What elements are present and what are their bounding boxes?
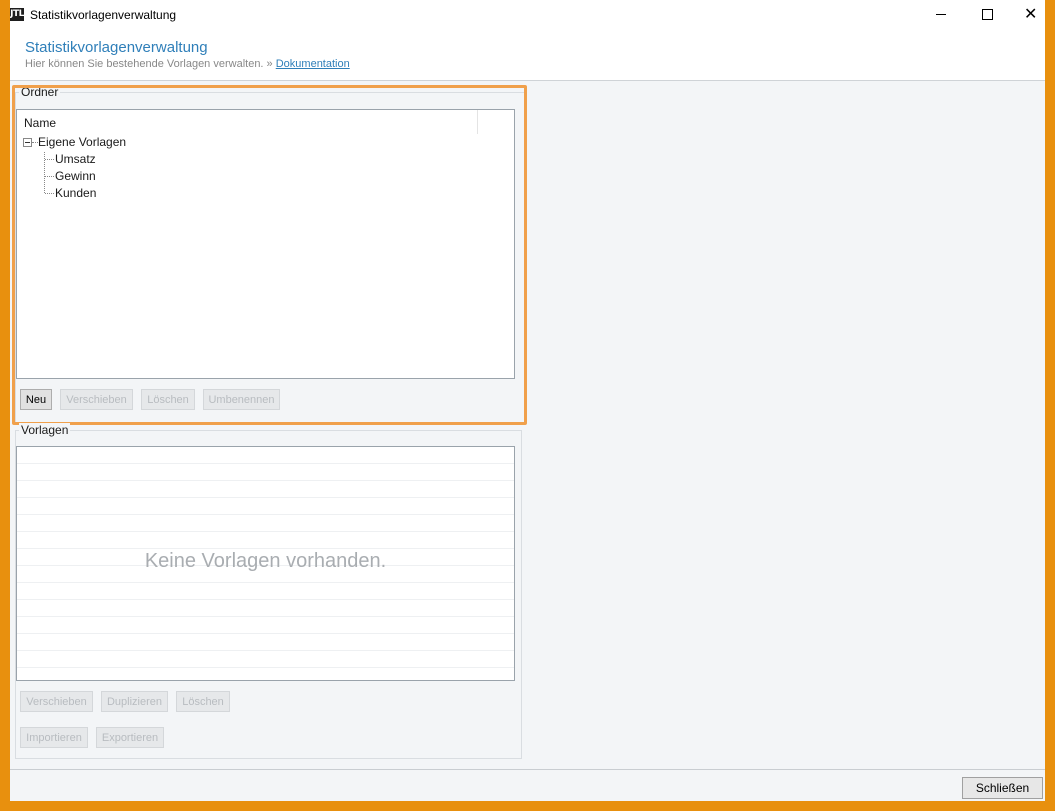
documentation-link[interactable]: Dokumentation [276, 58, 350, 70]
subtitle-text: Hier können Sie bestehende Vorlagen verw… [25, 58, 273, 70]
tree-node-eigene-vorlagen[interactable]: Eigene Vorlagen [38, 135, 126, 149]
delete-template-button[interactable]: Löschen [176, 691, 230, 712]
page-header: Statistikvorlagenverwaltung Hier können … [10, 30, 1045, 81]
title-bar: JTL Statistikvorlagenverwaltung ✕ [10, 0, 1045, 30]
tree-connector [45, 159, 54, 160]
column-header-name: Name [24, 116, 57, 130]
collapse-toggle-icon[interactable] [23, 138, 32, 147]
close-icon: ✕ [1024, 4, 1038, 23]
new-folder-button[interactable]: Neu [20, 389, 52, 410]
tree-node-kunden[interactable]: Kunden [55, 186, 96, 200]
move-folder-button[interactable]: Verschieben [60, 389, 133, 410]
rename-folder-button[interactable]: Umbenennen [203, 389, 280, 410]
window-title: Statistikvorlagenverwaltung [30, 8, 177, 22]
minimize-button[interactable] [917, 0, 963, 30]
empty-list-message: Keine Vorlagen vorhanden. [144, 550, 387, 572]
dialog-window: JTL Statistikvorlagenverwaltung ✕ Statis… [10, 0, 1045, 801]
tree-connector [45, 193, 54, 194]
move-template-button[interactable]: Verschieben [20, 691, 93, 712]
close-button[interactable]: Schließen [962, 777, 1043, 799]
folder-tree[interactable]: Name Eigene Vorlagen Umsatz Gewinn Kunde… [16, 109, 515, 379]
templates-list[interactable]: Keine Vorlagen vorhanden. [16, 446, 515, 681]
page-subtitle: Hier können Sie bestehende Vorlagen verw… [25, 58, 350, 70]
dialog-footer [10, 769, 1045, 801]
close-window-button[interactable]: ✕ [1008, 0, 1045, 30]
tree-column-header[interactable]: Name [17, 110, 478, 134]
tree-node-gewinn[interactable]: Gewinn [55, 169, 96, 183]
ordner-group-label: Ordner [19, 85, 61, 99]
vorlagen-group-label: Vorlagen [19, 423, 71, 437]
import-template-button[interactable]: Importieren [20, 727, 88, 748]
duplicate-template-button[interactable]: Duplizieren [101, 691, 168, 712]
tree-connector [45, 176, 54, 177]
maximize-button[interactable] [963, 0, 1009, 30]
export-template-button[interactable]: Exportieren [96, 727, 164, 748]
delete-folder-button[interactable]: Löschen [141, 389, 195, 410]
tree-node-umsatz[interactable]: Umsatz [55, 152, 96, 166]
page-title: Statistikvorlagenverwaltung [25, 39, 208, 56]
app-logo-icon: JTL [10, 8, 24, 21]
